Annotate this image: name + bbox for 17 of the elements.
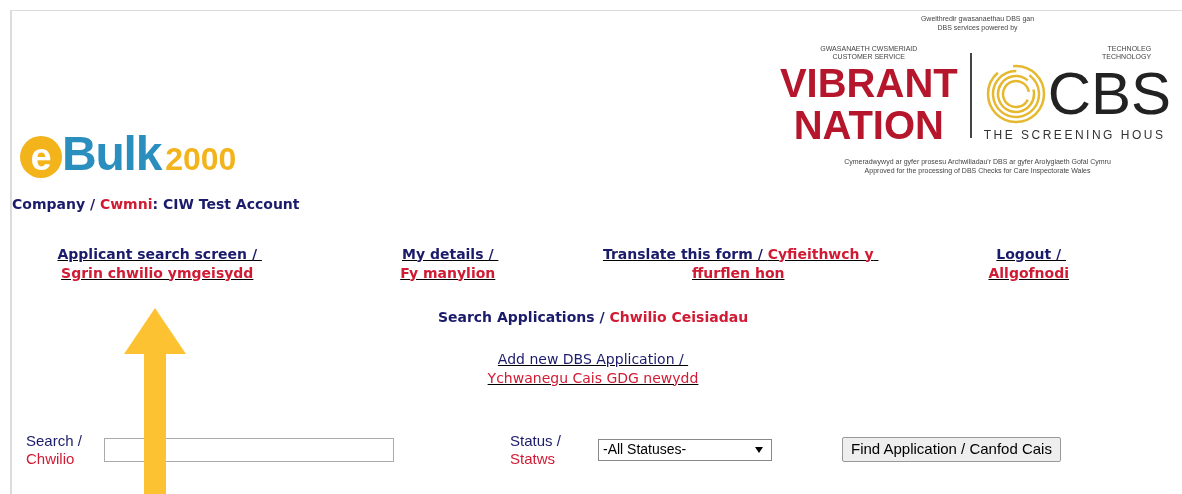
section-title: Search Applications / Chwilio Ceisiadau xyxy=(437,307,749,327)
add-application-link[interactable]: Add new DBS Application / Ychwanegu Cais GDG newydd xyxy=(487,349,699,388)
nav-link[interactable]: My details / Fy manylion xyxy=(397,244,498,283)
vibrant-nation-wordmark: VIBRANT NATION xyxy=(779,62,958,146)
logo-tagline: THE SCREENING HOUS xyxy=(983,127,1167,144)
status-label: Status / Statws xyxy=(510,431,562,468)
nav-link[interactable]: Translate this form / Cyfieithwch y ffurflen hon xyxy=(593,244,884,283)
search-label: Search / Chwilio xyxy=(25,431,83,468)
nav-link[interactable]: Applicant search screen / Sgrin chwilio ymgeisydd xyxy=(37,244,278,283)
nav-link[interactable]: Logout / Allgofnodi xyxy=(978,244,1079,283)
ebulk-logo: e Bulk2000 xyxy=(20,129,237,178)
caret-icon xyxy=(755,446,763,453)
cbs-wordmark: CBS xyxy=(1047,64,1173,124)
status-dropdown[interactable]: -All Statuses- xyxy=(598,438,772,461)
search-field[interactable] xyxy=(104,437,394,462)
find-application-button[interactable]: Find Application / Canfod Cais xyxy=(842,437,1061,462)
company-name: Company / Cwmni: CIW Test Account xyxy=(12,194,301,214)
